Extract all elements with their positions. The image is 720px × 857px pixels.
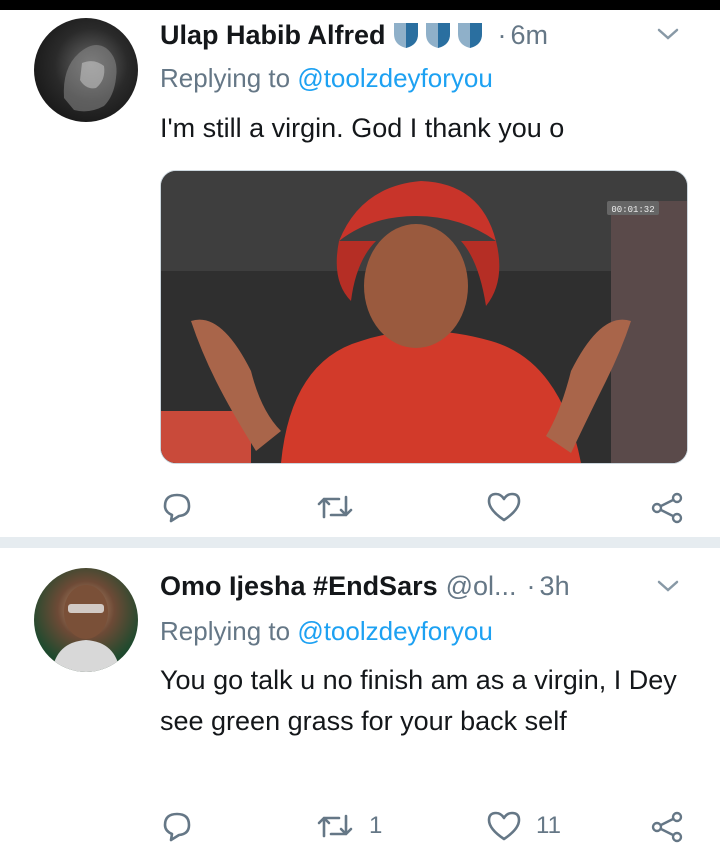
tweet-text: I'm still a virgin. God I thank you o (160, 113, 565, 143)
avatar[interactable] (34, 18, 138, 122)
separator-dot: · (497, 19, 507, 50)
timestamp[interactable]: 6m (511, 20, 549, 51)
reply-icon (163, 493, 191, 523)
retweet-count: 1 (369, 812, 383, 839)
chevron-down-icon[interactable] (656, 24, 680, 44)
separator-dot: · (526, 570, 536, 601)
shield-icon (425, 23, 450, 48)
share-button[interactable] (650, 806, 684, 846)
timestamp[interactable]: 3h (540, 571, 570, 602)
retweet-button[interactable] (315, 487, 369, 527)
tweet-divider (0, 537, 720, 548)
tweet-media[interactable]: 00:01:32 (160, 170, 688, 464)
mention-link[interactable]: @toolzdeyforyou (297, 63, 493, 93)
reply-button[interactable] (160, 806, 194, 846)
shield-icon (393, 23, 418, 48)
lion-avatar-image (63, 44, 117, 112)
heart-icon (487, 811, 521, 841)
like-button[interactable] (486, 487, 536, 527)
shield-badges (392, 20, 488, 50)
share-icon (651, 492, 683, 524)
retweet-button[interactable]: 1 (315, 806, 382, 846)
tweet-text: You go talk u no finish am as a virgin, … (160, 665, 677, 736)
like-button[interactable]: 11 (486, 806, 561, 846)
reply-icon (163, 812, 191, 842)
display-name[interactable]: Omo Ijesha #EndSars (160, 571, 438, 602)
woman-in-red-photo: 00:01:32 (161, 171, 687, 463)
heart-icon (487, 492, 521, 522)
replying-to: Replying to @toolzdeyforyou (160, 63, 493, 94)
tweet-actions: 1 11 (0, 806, 720, 846)
display-name[interactable]: Ulap Habib Alfred (160, 20, 386, 51)
chevron-down-icon[interactable] (656, 576, 680, 596)
replying-prefix: Replying to (160, 63, 298, 93)
like-count: 11 (536, 812, 561, 839)
username[interactable]: @ol... (446, 571, 517, 602)
man-avatar-image (52, 585, 120, 672)
status-bar (0, 0, 720, 10)
mention-link[interactable]: @toolzdeyforyou (297, 616, 493, 646)
share-button[interactable] (650, 487, 684, 527)
retweet-icon (317, 495, 353, 519)
share-icon (651, 811, 683, 843)
tweet-header: Ulap Habib Alfred · 6m (160, 15, 548, 55)
retweet-icon (317, 814, 353, 838)
replying-to: Replying to @toolzdeyforyou (160, 616, 493, 647)
reply-button[interactable] (160, 487, 194, 527)
video-timestamp: 00:01:32 (611, 205, 654, 215)
replying-prefix: Replying to (160, 616, 298, 646)
tweet[interactable]: Ulap Habib Alfred · 6m Replying to @tool… (0, 10, 720, 537)
tweet[interactable]: Omo Ijesha #EndSars @ol... · 3h Replying… (0, 548, 720, 857)
tweet-header: Omo Ijesha #EndSars @ol... · 3h (160, 566, 570, 606)
shield-icon (457, 23, 482, 48)
avatar[interactable] (34, 568, 138, 672)
tweet-actions (0, 487, 720, 527)
